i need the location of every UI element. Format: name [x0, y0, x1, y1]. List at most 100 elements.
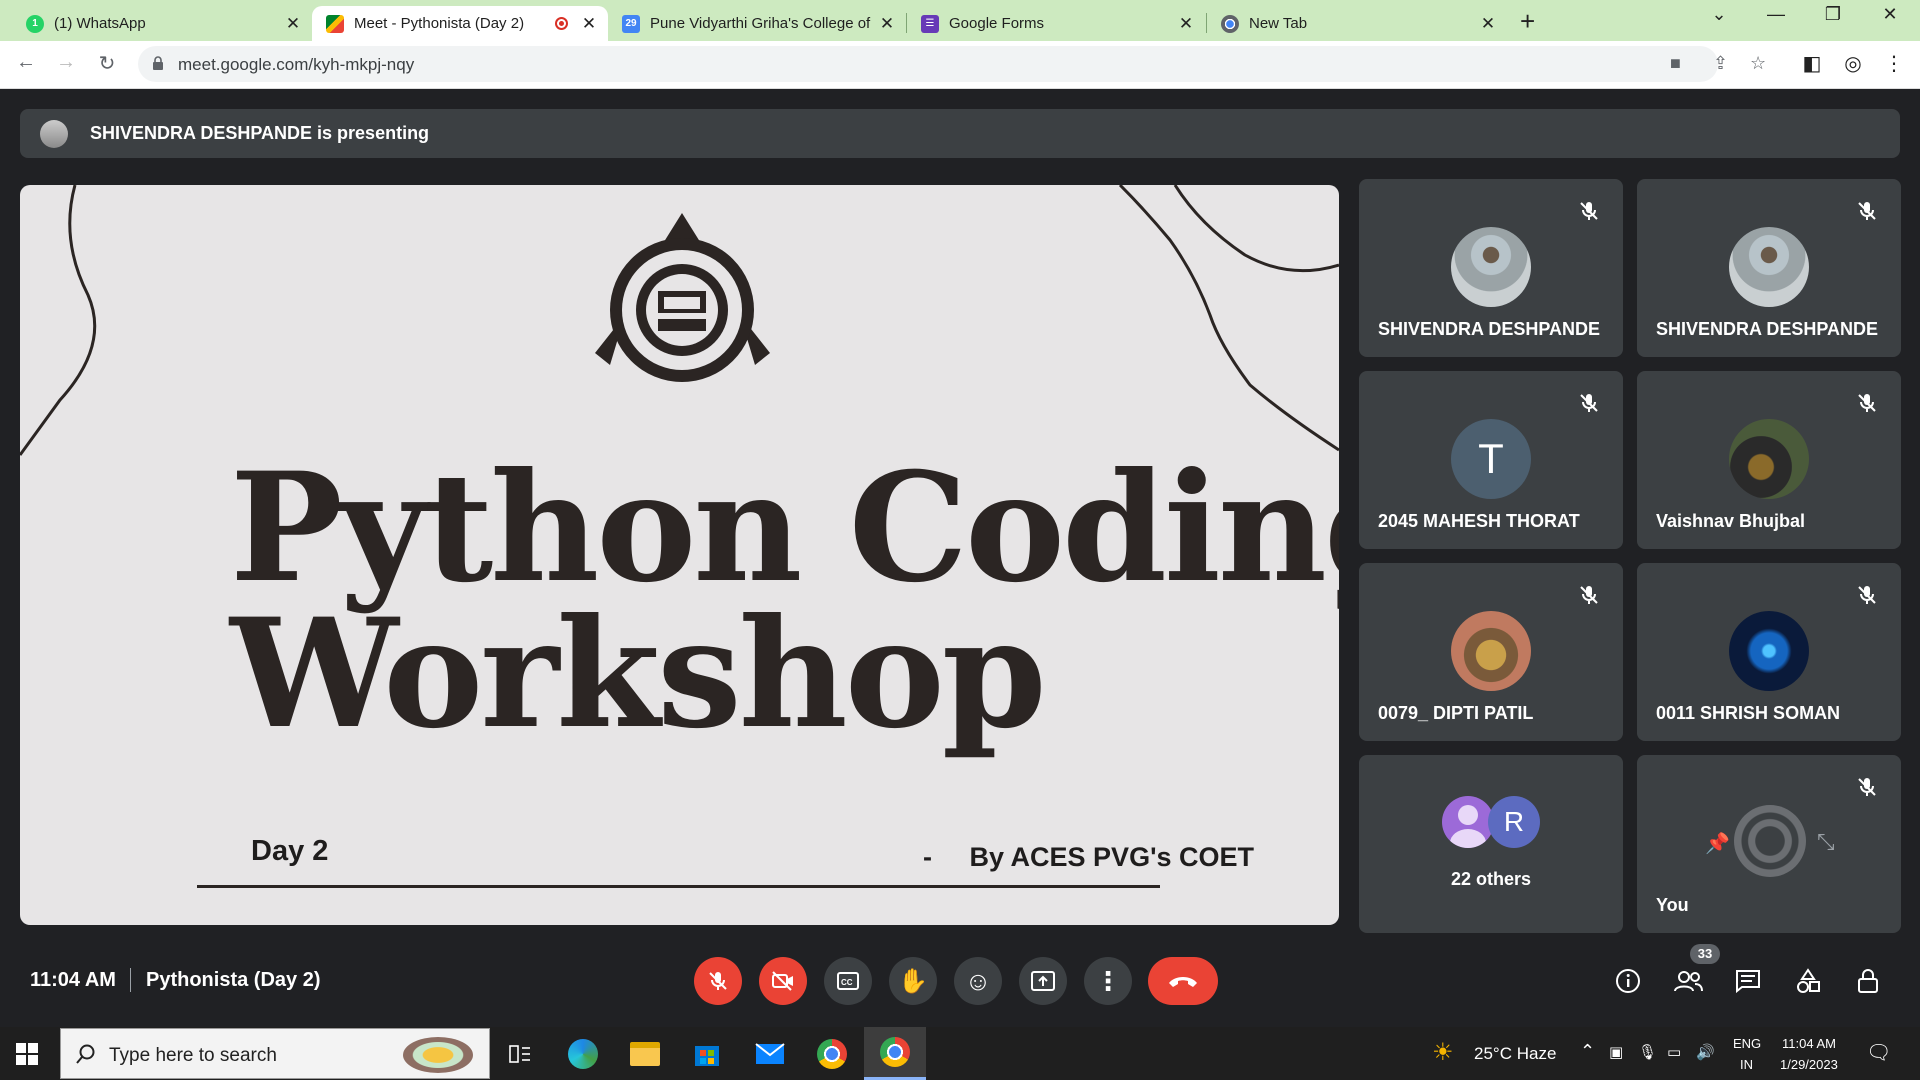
minimize-icon[interactable]: — — [1761, 4, 1791, 25]
camera-off-icon — [772, 971, 793, 991]
slide-title-line1: Python Coding — [230, 440, 1339, 616]
browser-tab-strip: 1 (1) WhatsApp ✕ Meet - Pythonista (Day … — [0, 0, 1920, 41]
tab-whatsapp[interactable]: 1 (1) WhatsApp ✕ — [12, 6, 312, 41]
meet-tray-icon[interactable]: ▣ — [1609, 1043, 1623, 1061]
battery-icon[interactable]: ▭ — [1667, 1043, 1681, 1061]
divider — [130, 968, 131, 992]
volume-icon[interactable]: 🔊 — [1696, 1043, 1715, 1061]
tab-pvg-college[interactable]: 29 Pune Vidyarthi Griha's College of ✕ — [608, 6, 906, 41]
tray-chevron-icon[interactable]: ⌃ — [1580, 1041, 1595, 1062]
slide-byline-text: By ACES PVG's COET — [969, 842, 1255, 872]
captions-button[interactable]: CC — [824, 957, 872, 1005]
search-icon — [76, 1044, 95, 1064]
chrome-icon[interactable] — [814, 1036, 850, 1072]
close-tab-icon[interactable]: ✕ — [284, 14, 302, 34]
participant-name: SHIVENDRA DESHPANDE — [1656, 319, 1879, 339]
participant-name: 2045 MAHESH THORAT — [1378, 511, 1580, 531]
side-panel-icon[interactable]: ◧ — [1798, 51, 1826, 76]
present-button[interactable] — [1019, 957, 1067, 1005]
participant-tile[interactable]: SHIVENDRA DESHPANDE — [1637, 179, 1901, 357]
reactions-button[interactable]: ☺ — [954, 957, 1002, 1005]
language-indicator[interactable]: ENG — [1733, 1036, 1761, 1051]
participant-name: 0011 SHRISH SOMAN — [1656, 703, 1841, 723]
close-tab-icon[interactable]: ✕ — [1177, 14, 1195, 34]
mic-off-icon — [709, 972, 727, 990]
microphone-tray-icon[interactable]: 🎙 — [1638, 1043, 1657, 1061]
windows-start-icon[interactable] — [16, 1043, 38, 1065]
tab-google-forms[interactable]: ☰ Google Forms ✕ — [907, 6, 1205, 41]
svg-text:CC: CC — [841, 978, 853, 987]
tab-label: New Tab — [1249, 15, 1308, 32]
meeting-details-icon[interactable] — [1612, 965, 1644, 997]
reload-icon[interactable]: ↻ — [93, 51, 121, 76]
camera-button[interactable] — [759, 957, 807, 1005]
profile-icon[interactable]: ◎ — [1839, 51, 1867, 76]
close-tab-icon[interactable]: ✕ — [878, 14, 896, 34]
tab-meet[interactable]: Meet - Pythonista (Day 2) ✕ — [312, 6, 608, 41]
activities-icon[interactable] — [1792, 965, 1824, 997]
more-options-button[interactable]: ⋮ — [1084, 957, 1132, 1005]
raise-hand-button[interactable]: ✋ — [889, 957, 937, 1005]
forward-icon[interactable]: → — [52, 51, 80, 74]
menu-kebab-icon[interactable]: ⋮ — [1880, 51, 1908, 76]
microsoft-store-icon[interactable] — [689, 1036, 725, 1072]
notifications-icon[interactable]: 🗨 — [1866, 1040, 1891, 1065]
chrome-active-window-icon[interactable] — [864, 1027, 926, 1080]
aces-logo-icon — [595, 213, 770, 382]
others-tile[interactable]: R 22 others — [1359, 755, 1623, 933]
end-call-icon — [1169, 977, 1197, 987]
host-controls-icon[interactable] — [1852, 965, 1884, 997]
participant-tile[interactable]: 0011 SHRISH SOMAN — [1637, 563, 1901, 741]
lock-icon — [153, 56, 163, 70]
others-avatar-initial: R — [1488, 796, 1540, 848]
microphone-button[interactable] — [694, 957, 742, 1005]
restore-icon[interactable]: ❐ — [1818, 4, 1848, 25]
mic-off-icon — [1580, 394, 1598, 412]
close-tab-icon[interactable]: ✕ — [1479, 14, 1497, 34]
chrome-icon — [1221, 14, 1239, 33]
taskbar-search-box[interactable]: Type here to search — [60, 1028, 490, 1079]
participant-tile[interactable]: T 2045 MAHESH THORAT — [1359, 371, 1623, 549]
camera-icon[interactable]: ■ — [1670, 53, 1681, 74]
calendar-icon: 29 — [622, 14, 640, 33]
language-region: IN — [1740, 1057, 1753, 1072]
people-icon[interactable] — [1672, 965, 1704, 997]
emoji-icon: ☺ — [964, 965, 992, 996]
chat-icon[interactable] — [1732, 965, 1764, 997]
slide-day-label: Day 2 — [251, 835, 329, 867]
search-placeholder: Type here to search — [109, 1045, 277, 1066]
tab-label: (1) WhatsApp — [54, 15, 146, 32]
pin-icon[interactable]: 📌 — [1705, 831, 1730, 856]
mail-icon[interactable] — [752, 1036, 788, 1072]
back-icon[interactable]: ← — [12, 51, 40, 74]
tab-search-icon[interactable]: ⌄ — [1704, 4, 1734, 25]
tab-new-tab[interactable]: New Tab ✕ — [1207, 6, 1507, 41]
meeting-clock: 11:04 AM — [30, 969, 116, 991]
windows-taskbar: Type here to search ☀ 25°C Haze ⌃ ▣ 🎙 ▭ … — [0, 1027, 1920, 1080]
close-window-icon[interactable]: ✕ — [1875, 4, 1905, 25]
share-icon[interactable]: ⇪ — [1713, 53, 1728, 74]
self-tile[interactable]: 📌 ⤡ You — [1637, 755, 1901, 933]
participant-avatar: T — [1451, 419, 1531, 499]
weather-icon[interactable]: ☀ — [1432, 1038, 1454, 1067]
address-bar[interactable]: meet.google.com/kyh-mkpj-nqy ■ ⇪ ☆ — [138, 46, 1766, 82]
weather-text[interactable]: 25°C Haze — [1474, 1044, 1556, 1064]
taskbar-date[interactable]: 1/29/2023 — [1780, 1057, 1838, 1072]
participant-tile[interactable]: Vaishnav Bhujbal — [1637, 371, 1901, 549]
taskbar-time[interactable]: 11:04 AM — [1782, 1036, 1836, 1051]
participant-tile[interactable]: SHIVENDRA DESHPANDE — [1359, 179, 1623, 357]
mic-off-icon — [1858, 778, 1876, 796]
edge-icon[interactable] — [565, 1036, 601, 1072]
participant-tile[interactable]: 0079_ DIPTI PATIL — [1359, 563, 1623, 741]
bookmark-star-icon[interactable]: ☆ — [1750, 53, 1766, 74]
file-explorer-icon[interactable] — [627, 1036, 663, 1072]
new-tab-button[interactable]: + — [1520, 6, 1535, 37]
close-tab-icon[interactable]: ✕ — [580, 14, 598, 34]
people-count-badge: 33 — [1690, 944, 1720, 964]
presentation-slide[interactable]: Python Coding Workshop Day 2 - By ACES P… — [20, 185, 1339, 925]
slide-title-line2: Workshop — [230, 586, 1047, 762]
leave-call-button[interactable] — [1148, 957, 1218, 1005]
task-view-icon[interactable] — [502, 1036, 538, 1072]
slide-dash: - — [923, 842, 932, 872]
minimize-self-icon[interactable]: ⤡ — [1817, 829, 1835, 855]
